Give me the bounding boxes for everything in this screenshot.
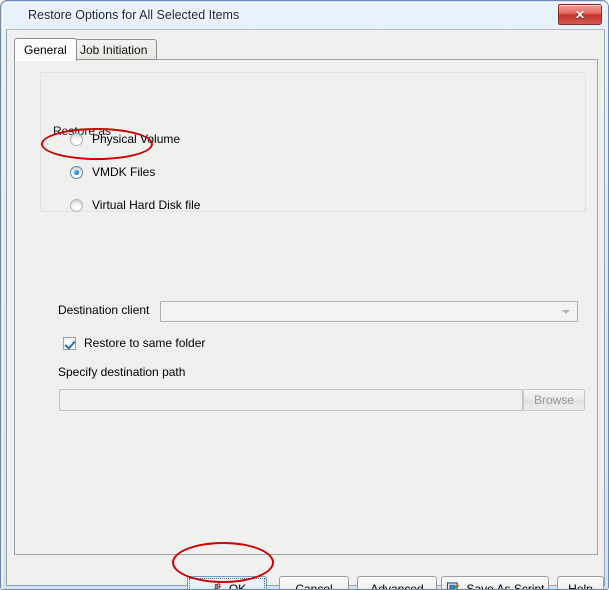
destination-path-input[interactable] bbox=[59, 389, 523, 411]
close-button[interactable]: ✕ bbox=[558, 4, 602, 25]
tab-job-initiation-label: Job Initiation bbox=[80, 42, 148, 57]
tab-general-label: General bbox=[24, 42, 67, 57]
ok-button[interactable]: OK bbox=[187, 576, 267, 590]
radio-icon bbox=[70, 132, 83, 146]
advanced-button[interactable]: Advanced bbox=[357, 576, 437, 590]
save-as-script-button[interactable]: Save As Script bbox=[441, 576, 549, 590]
tab-general[interactable]: General bbox=[14, 38, 77, 61]
destination-path-label: Specify destination path bbox=[58, 365, 186, 379]
radio-physical-volume-label: Physical Volume bbox=[92, 132, 181, 146]
save-as-script-button-label: Save As Script bbox=[466, 582, 545, 590]
tab-job-initiation[interactable]: Job Initiation bbox=[70, 39, 158, 60]
dialog-client-area: General Job Initiation Restore as Physic… bbox=[6, 29, 605, 589]
radio-icon-selected bbox=[70, 165, 83, 179]
ok-button-label: OK bbox=[228, 582, 247, 590]
radio-icon bbox=[70, 198, 83, 212]
tab-page-general: Restore as Physical Volume VMDK Files Vi… bbox=[14, 59, 598, 555]
window-title: Restore Options for All Selected Items bbox=[28, 8, 240, 22]
radio-vmdk-files[interactable]: VMDK Files bbox=[70, 165, 155, 179]
close-icon: ✕ bbox=[574, 7, 586, 22]
radio-virtual-hard-disk-file-label: Virtual Hard Disk file bbox=[92, 198, 201, 212]
destination-client-combobox[interactable] bbox=[160, 301, 578, 322]
browse-button-label: Browse bbox=[533, 393, 574, 407]
restore-to-same-folder-checkbox[interactable]: Restore to same folder bbox=[63, 336, 205, 350]
advanced-button-label: Advanced bbox=[370, 582, 424, 590]
radio-physical-volume[interactable]: Physical Volume bbox=[70, 132, 180, 146]
radio-vmdk-files-label: VMDK Files bbox=[92, 165, 156, 179]
stamp-approve-icon bbox=[213, 583, 222, 589]
dialog-window: Restore Options for All Selected Items ✕… bbox=[0, 0, 609, 590]
chevron-down-icon bbox=[562, 310, 570, 314]
help-button[interactable]: Help bbox=[557, 576, 604, 590]
radio-virtual-hard-disk-file[interactable]: Virtual Hard Disk file bbox=[70, 198, 200, 212]
script-checkmark-icon bbox=[447, 582, 461, 589]
checkbox-icon-checked bbox=[63, 336, 76, 350]
title-bar: Restore Options for All Selected Items ✕ bbox=[1, 1, 608, 31]
destination-client-label: Destination client bbox=[58, 303, 150, 317]
cancel-button[interactable]: Cancel bbox=[279, 576, 349, 590]
browse-button[interactable]: Browse bbox=[523, 389, 585, 411]
help-button-label: Help bbox=[568, 582, 593, 590]
restore-to-same-folder-label: Restore to same folder bbox=[84, 336, 206, 350]
cancel-button-label: Cancel bbox=[295, 582, 333, 590]
